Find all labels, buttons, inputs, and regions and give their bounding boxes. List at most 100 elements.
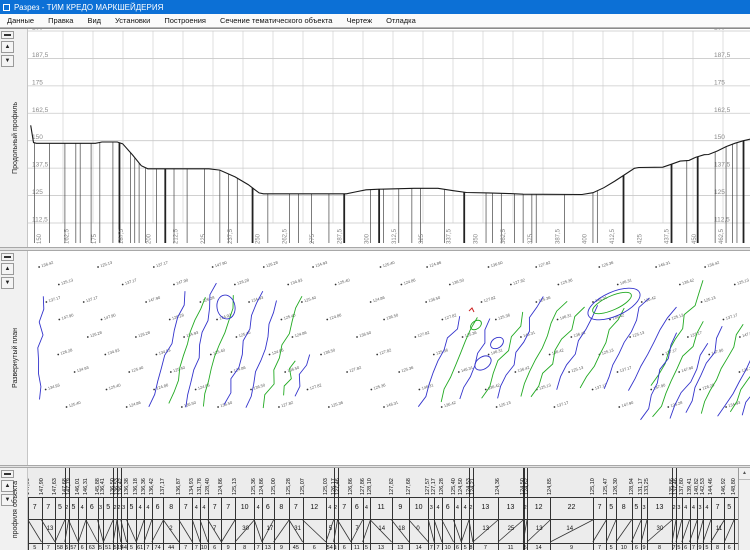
svg-text:312,5: 312,5 bbox=[392, 228, 398, 244]
grid-elevation-label: 125,47 bbox=[602, 469, 610, 495]
grid-elevation-label: 136,36 bbox=[140, 469, 148, 495]
grid-bottom-value: 7 bbox=[434, 544, 442, 550]
grid-distance-value: 5 bbox=[606, 497, 616, 519]
menu-item[interactable]: Установки bbox=[108, 14, 157, 27]
grid-distance-value: 4 bbox=[363, 497, 371, 519]
grid-bottom-value: 44 bbox=[163, 544, 179, 550]
grid-distance-value: 5 bbox=[127, 497, 137, 519]
grid-distance-value: 7 bbox=[338, 497, 352, 519]
menu-item[interactable]: Сечение тематического объекта bbox=[213, 14, 339, 27]
svg-text:14: 14 bbox=[566, 526, 573, 532]
grid-distance-value: 6 bbox=[152, 497, 164, 519]
grid-elevation-label: 124,21 bbox=[469, 469, 477, 495]
scroll-up-arrow-icon[interactable]: ▲ bbox=[739, 468, 750, 480]
grid-table[interactable]: 147,90147,90147,63147,68147,79146,01146,… bbox=[28, 468, 738, 550]
grid-distance-value: 5 bbox=[55, 497, 65, 519]
grid-elevation-label: 147,90 bbox=[38, 469, 46, 495]
grid-bottom-value: 9 bbox=[221, 544, 235, 550]
svg-text:25: 25 bbox=[508, 526, 515, 532]
grid-bottom-value: 54 bbox=[326, 544, 334, 550]
title-bar[interactable]: Разрез - ТИМ КРЕДО МАРКШЕЙДЕРИЯ bbox=[0, 0, 750, 14]
svg-text:2: 2 bbox=[169, 526, 173, 532]
grid-distance-value: 11 bbox=[370, 497, 391, 519]
svg-text:287,5: 287,5 bbox=[337, 228, 343, 244]
grid-distance-value: 4 bbox=[144, 497, 152, 519]
grid-distance-value: 4 bbox=[200, 497, 208, 519]
grid-elevation-label: 148,80 bbox=[730, 469, 738, 495]
grid-distance-value: 4 bbox=[434, 497, 442, 519]
svg-text:13: 13 bbox=[47, 526, 54, 532]
grid-table-area: 147,90147,90147,63147,68147,79146,01146,… bbox=[28, 468, 750, 550]
grid-distance-value: 4 bbox=[136, 497, 144, 519]
grid-distance-value: 22 bbox=[550, 497, 593, 519]
svg-text:187,5: 187,5 bbox=[119, 228, 125, 244]
grid-elevation-label: 127,82 bbox=[388, 469, 396, 495]
svg-text:250: 250 bbox=[255, 233, 261, 244]
grid-panel-sidebar: ▲ ▼ профиля объекта bbox=[0, 468, 28, 550]
menu-item[interactable]: Данные bbox=[0, 14, 41, 27]
grid-bottom-value: 8 bbox=[647, 544, 672, 550]
menu-item[interactable]: Вид bbox=[80, 14, 108, 27]
grid-distance-value: 7 bbox=[179, 497, 193, 519]
grid-distance-value: 4 bbox=[682, 497, 690, 519]
grid-elevation-label: 147,90 bbox=[28, 469, 32, 495]
grid-elevation-label: 125,13 bbox=[231, 469, 239, 495]
svg-text:5: 5 bbox=[329, 526, 333, 532]
grid-distance-value: 7 bbox=[42, 497, 56, 519]
grid-bottom-value: 7 bbox=[593, 544, 607, 550]
grid-bottom-value: 6 bbox=[208, 544, 222, 550]
grid-elevation-label: 125,10 bbox=[589, 469, 597, 495]
profile-chart[interactable]: 200200187,5187,5175175162,5162,515015013… bbox=[28, 29, 750, 247]
grid-bottom-value: 6 bbox=[682, 544, 690, 550]
menu-item[interactable]: Правка bbox=[41, 14, 80, 27]
panel-longitudinal-profile: ▲ ▼ Продольный профиль 200200187,5187,51… bbox=[0, 28, 750, 247]
grid-bottom-value: 10 bbox=[200, 544, 208, 550]
grid-bottom-value: 6 bbox=[78, 544, 86, 550]
plan-view[interactable]: 136.42125.13137.17147.90126.28134.93125.… bbox=[28, 251, 750, 465]
grid-elevation-label: 126,30 bbox=[612, 469, 620, 495]
svg-text:450: 450 bbox=[692, 233, 698, 244]
grid-bottom-value: 58 bbox=[55, 544, 65, 550]
grid-distance-value: 10 bbox=[409, 497, 428, 519]
panel-profile-grid: ▲ ▼ профиля объекта 147,90 147,90 147,63 14… bbox=[0, 468, 750, 550]
grid-distance-value: 13 bbox=[473, 497, 498, 519]
grid-distance-value: 6 bbox=[351, 497, 363, 519]
grid-bottom-value: 51 bbox=[103, 544, 113, 550]
grid-vertical-scrollbar[interactable]: ▲ bbox=[738, 468, 750, 550]
grid-elevation-label: 147,63 bbox=[51, 469, 59, 495]
menu-item[interactable]: Построения bbox=[157, 14, 213, 27]
svg-text:200: 200 bbox=[714, 29, 725, 32]
menu-item[interactable]: Чертеж bbox=[339, 14, 379, 27]
grid-bottom-value: 7 bbox=[192, 544, 200, 550]
grid-bottom-value: 7 bbox=[690, 544, 698, 550]
grid-elevation-label: 127,17 bbox=[430, 469, 438, 495]
svg-text:175: 175 bbox=[92, 233, 98, 244]
grid-distance-value: 7 bbox=[208, 497, 222, 519]
grid-distance-value: 7 bbox=[28, 497, 42, 519]
grid-distance-value: 5 bbox=[724, 497, 734, 519]
svg-text:262,5: 262,5 bbox=[283, 228, 289, 244]
svg-text:187,5: 187,5 bbox=[714, 52, 731, 59]
grid-elevation-label: 136,42 bbox=[148, 469, 156, 495]
grid-elevation-label: 126,28 bbox=[438, 469, 446, 495]
grid-bottom-value: 61 bbox=[136, 544, 144, 550]
grid-distance-value: 7 bbox=[289, 497, 303, 519]
profile-panel-label: Продольный профиль bbox=[12, 102, 19, 174]
svg-text:175: 175 bbox=[714, 79, 725, 86]
grid-column-line bbox=[734, 497, 735, 550]
grid-elevation-label: 136,87 bbox=[175, 469, 183, 495]
panel-unfolded-plan: ▲ ▼ Развернутый план 136.42125.13137.171… bbox=[0, 251, 750, 465]
svg-text:150: 150 bbox=[714, 134, 725, 141]
svg-text:125: 125 bbox=[714, 189, 725, 196]
grid-distance-value: 5 bbox=[103, 497, 113, 519]
grid-distance-value: 13 bbox=[498, 497, 523, 519]
svg-text:150: 150 bbox=[37, 233, 43, 244]
grid-bottom-value: 13 bbox=[392, 544, 409, 550]
grid-elevation-label: 127,68 bbox=[405, 469, 413, 495]
menu-item[interactable]: Отладка bbox=[379, 14, 423, 27]
grid-bottom-value: 6 bbox=[724, 544, 734, 550]
svg-text:200: 200 bbox=[32, 29, 43, 32]
svg-text:175: 175 bbox=[32, 79, 43, 86]
svg-text:150: 150 bbox=[32, 134, 43, 141]
grid-distance-value: 6 bbox=[86, 497, 98, 519]
